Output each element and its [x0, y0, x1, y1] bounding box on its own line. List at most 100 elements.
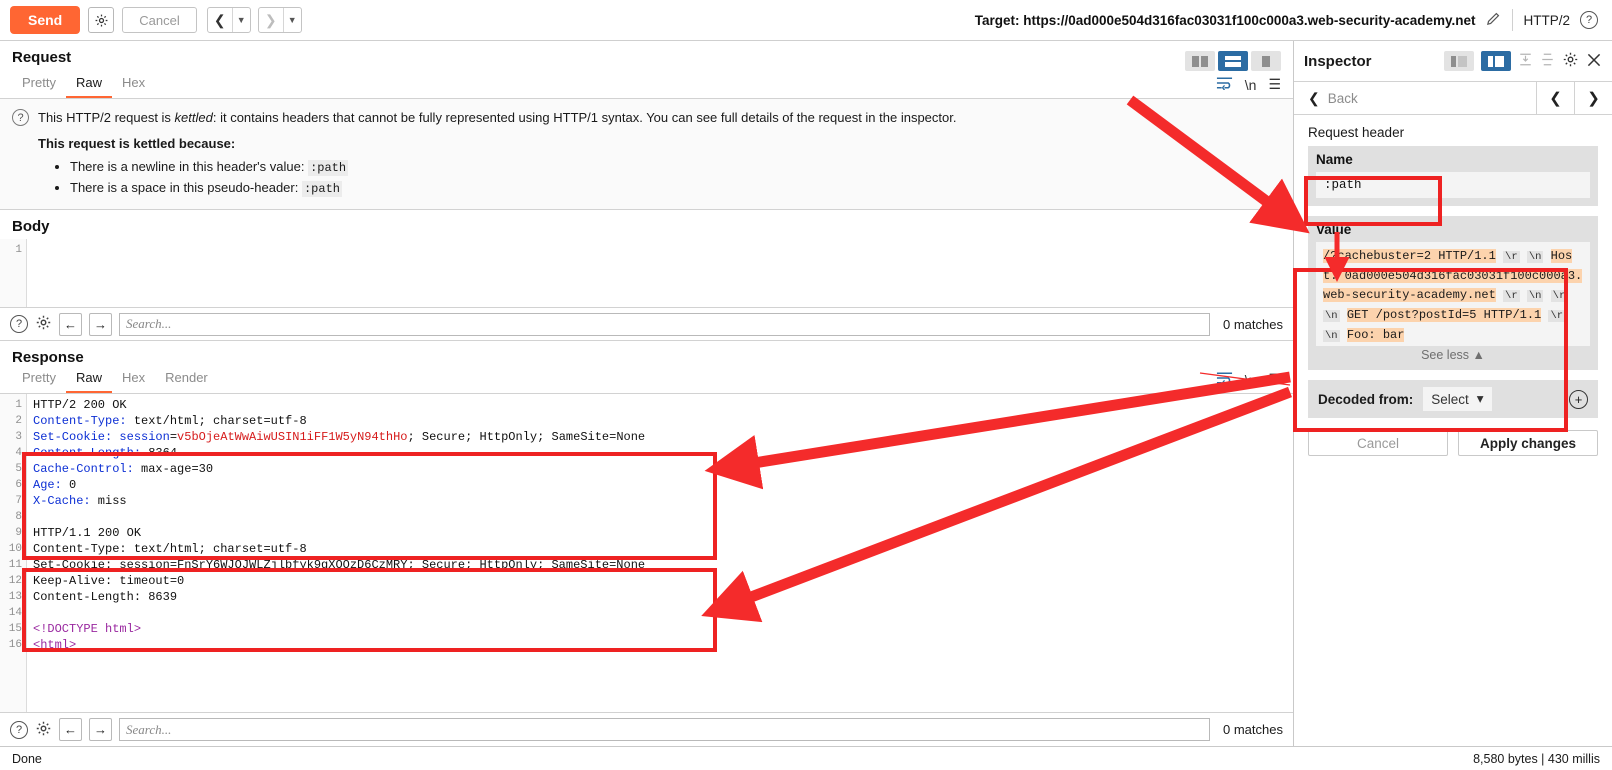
inspector-apply-changes-button[interactable]: Apply changes	[1458, 430, 1598, 456]
status-bar: Done 8,580 bytes | 430 millis	[0, 746, 1612, 770]
gutter-line: 10	[8, 543, 22, 555]
request-body-header: Body	[0, 210, 1293, 239]
response-line: Content-Length: 8364	[33, 446, 178, 460]
request-match-count: 0 matches	[1223, 316, 1283, 332]
inspector-header: Inspector	[1294, 41, 1612, 82]
target-edit-pencil-icon[interactable]	[1485, 10, 1502, 30]
kettled-reason-title: This request is kettled because:	[38, 136, 236, 151]
response-menu-icon[interactable]: ☰	[1268, 371, 1281, 388]
response-tabbar: Pretty Raw Hex Render \n ☰	[0, 366, 1293, 394]
inspector-navigation: ❮ Back ❮ ❯	[1294, 82, 1612, 115]
protocol-help-icon[interactable]: ?	[1580, 11, 1598, 29]
kettled-reason-code: :path	[308, 160, 349, 176]
gutter-line: 6	[15, 479, 22, 491]
response-line: <!DOCTYPE html>	[33, 622, 142, 636]
response-line: Set-Cookie: session=FnSrY6WJOJWLZjlbfyk9…	[33, 558, 646, 572]
history-forward-group[interactable]: ❯ ▼	[257, 7, 302, 33]
response-line: Age: 0	[33, 478, 77, 492]
response-editor[interactable]: 1 2 3 4 5 6 7 8 9 10 11 12 13 14 15 16 HTTP/2 200 OK Con…	[0, 394, 1293, 712]
decoded-from-select[interactable]: Select ▾	[1423, 387, 1492, 411]
tab-response-hex[interactable]: Hex	[112, 366, 155, 393]
tab-request-hex[interactable]: Hex	[112, 71, 155, 98]
inspector-button-row: Cancel Apply changes	[1308, 430, 1598, 456]
request-search-input[interactable]	[119, 312, 1211, 336]
gutter-line: 2	[15, 415, 22, 427]
decoded-from-label: Decoded from:	[1318, 391, 1414, 407]
inspector-prev-icon[interactable]: ❮	[1536, 82, 1574, 114]
history-back-group[interactable]: ❮ ▼	[206, 7, 251, 33]
tab-response-render[interactable]: Render	[155, 366, 218, 393]
gutter-line: 3	[15, 431, 22, 443]
request-search-settings-icon[interactable]	[35, 314, 52, 334]
request-body-gutter: 1	[0, 239, 27, 307]
response-match-count: 0 matches	[1223, 722, 1283, 737]
cancel-button[interactable]: Cancel	[122, 7, 197, 33]
response-pane-header: Response	[0, 341, 1293, 366]
tab-response-pretty[interactable]: Pretty	[12, 366, 66, 393]
request-search-prev-icon[interactable]: ←	[59, 312, 82, 336]
kettled-reason-item: There is a newline in this header's valu…	[70, 157, 956, 178]
decoded-from-row: Decoded from: Select ▾ +	[1308, 380, 1598, 418]
request-search-next-icon[interactable]: →	[89, 312, 112, 336]
response-newline-toggle[interactable]: \n	[1245, 372, 1257, 388]
response-line: Set-Cookie: session=v5bOjeAtWwAiwUSIN1iF…	[33, 430, 646, 444]
response-line-wrap-icon[interactable]	[1216, 371, 1233, 389]
response-search-help-icon[interactable]: ?	[10, 720, 28, 739]
inspector-settings-gear-icon[interactable]	[1562, 51, 1579, 71]
inspector-value-text[interactable]: /?cachebuster=2 HTTP/1.1 \r \n Host: 0ad…	[1316, 242, 1590, 346]
escape-sequence-chip: \n	[1323, 330, 1340, 342]
history-back-icon[interactable]: ❮	[208, 8, 232, 32]
see-less-label: See less	[1421, 348, 1470, 362]
request-body-editor[interactable]: 1	[0, 239, 1293, 307]
request-line-wrap-icon[interactable]	[1216, 76, 1233, 94]
history-forward-icon[interactable]: ❯	[259, 8, 283, 32]
tabbed-layout-button[interactable]	[1251, 51, 1281, 71]
expand-all-icon[interactable]	[1540, 52, 1555, 70]
status-metrics: 8,580 bytes | 430 millis	[1473, 751, 1600, 766]
response-title: Response	[12, 349, 84, 366]
stacked-layout-button[interactable]	[1218, 51, 1248, 71]
value-segment: GET /post?postId=5 HTTP/1.1	[1346, 308, 1542, 322]
kettled-help-icon[interactable]: ?	[12, 109, 29, 126]
request-search-help-icon[interactable]: ?	[10, 315, 28, 333]
toolbar-divider	[1512, 9, 1514, 31]
tab-request-pretty[interactable]: Pretty	[12, 71, 66, 98]
inspector-name-input[interactable]	[1316, 172, 1590, 198]
side-by-side-layout-button[interactable]	[1185, 51, 1215, 71]
response-search-prev-icon[interactable]: ←	[59, 718, 82, 741]
request-body-text[interactable]	[27, 239, 1293, 307]
inspector-value-field-block: Value /?cachebuster=2 HTTP/1.1 \r \n Hos…	[1308, 216, 1598, 370]
collapse-all-icon[interactable]	[1518, 52, 1533, 70]
inspector-close-icon[interactable]	[1586, 52, 1602, 71]
kettled-notice-body: This HTTP/2 request is kettled: it conta…	[38, 108, 956, 199]
response-search-input[interactable]	[119, 718, 1211, 741]
burp-repeater-window: Send Cancel ❮ ▼ ❯ ▼ Target: https://0ad0…	[0, 0, 1612, 770]
request-menu-icon[interactable]: ☰	[1268, 76, 1281, 93]
kettled-intro-post: : it contains headers that cannot be ful…	[212, 110, 957, 125]
inspector-split-layout-button[interactable]	[1481, 51, 1511, 71]
inspector-next-icon[interactable]: ❯	[1574, 82, 1612, 114]
inspector-see-less-toggle[interactable]: See less ▲	[1316, 346, 1590, 368]
response-text[interactable]: HTTP/2 200 OK Content-Type: text/html; ch…	[27, 394, 1293, 712]
send-button[interactable]: Send	[10, 6, 81, 34]
add-decoding-icon[interactable]: +	[1569, 389, 1588, 409]
history-back-caret-icon[interactable]: ▼	[231, 8, 250, 32]
inspector-back-chevron-icon: ❮	[1308, 89, 1320, 106]
response-search-next-icon[interactable]: →	[89, 718, 112, 741]
request-newline-toggle[interactable]: \n	[1245, 77, 1257, 93]
value-segment: Foo: bar	[1346, 328, 1405, 342]
gutter-line: 8	[15, 511, 22, 523]
inspector-compact-layout-button[interactable]	[1444, 51, 1474, 71]
inspector-cancel-button[interactable]: Cancel	[1308, 430, 1448, 456]
response-line: Content-Length: 8639	[33, 590, 178, 604]
gutter-line: 13	[8, 591, 22, 603]
response-search-settings-icon[interactable]	[35, 720, 52, 740]
send-settings-icon[interactable]	[88, 7, 115, 33]
history-forward-caret-icon[interactable]: ▼	[282, 8, 301, 32]
response-line: Content-Type: text/html; charset=utf-8	[33, 542, 307, 556]
gutter-line: 12	[8, 575, 22, 587]
inspector-back-button[interactable]: ❮ Back	[1294, 82, 1536, 114]
response-line: Content-Type: text/html; charset=utf-8	[33, 414, 307, 428]
tab-response-raw[interactable]: Raw	[65, 366, 112, 393]
tab-request-raw[interactable]: Raw	[65, 71, 112, 98]
